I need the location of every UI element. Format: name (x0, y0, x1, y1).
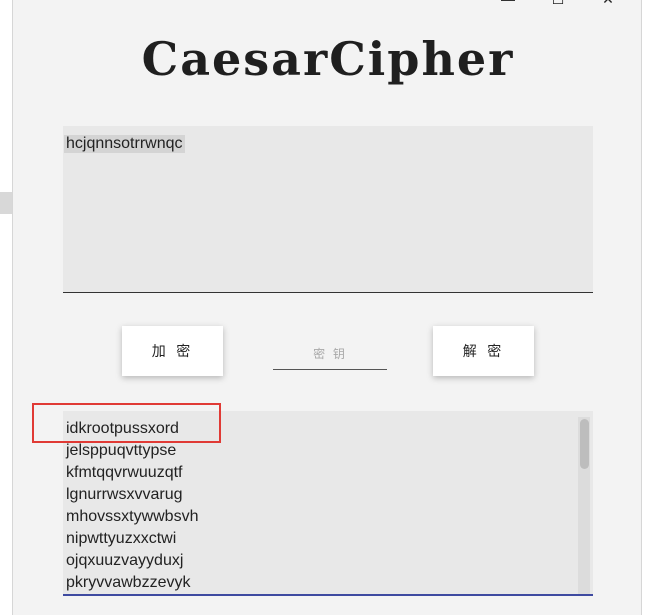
output-line: jelsppuqvttypse (66, 442, 177, 459)
output-line: kfmtqqvrwuuzqtf (66, 464, 183, 481)
window-controls: — ☐ ✕ (501, 0, 615, 6)
output-scrollbar[interactable] (578, 417, 590, 594)
app-title: CaesarCipher (141, 32, 515, 86)
output-scrollbar-thumb[interactable] (580, 419, 589, 469)
background-window-edge-right (642, 0, 664, 615)
close-icon[interactable]: ✕ (601, 0, 615, 6)
app-window: — ☐ ✕ CaesarCipher hcjqnnsotrrwnqc 加 密 解… (12, 0, 642, 615)
plaintext-input[interactable]: hcjqnnsotrrwnqc (63, 126, 593, 293)
background-window-element (0, 192, 12, 214)
output-lines: idkrootpussxord jelsppuqvttypse kfmtqqvr… (66, 418, 198, 594)
output-line: ojqxuuzvayyduxj (66, 552, 184, 569)
key-input[interactable] (273, 338, 387, 370)
plaintext-input-text: hcjqnnsotrrwnqc (64, 135, 185, 153)
output-line: pkryvvawbzzevyk (66, 574, 191, 591)
annotation-highlight-box (32, 403, 221, 443)
output-line: nipwttyuzxxctwi (66, 530, 177, 547)
background-window-edge (0, 0, 12, 615)
output-line: lgnurrwsxvvarug (66, 486, 183, 503)
maximize-icon[interactable]: ☐ (551, 0, 565, 6)
output-line: mhovssxtywwbsvh (66, 508, 199, 525)
encrypt-button[interactable]: 加 密 (122, 326, 223, 376)
decrypt-button[interactable]: 解 密 (433, 326, 534, 376)
minimize-icon[interactable]: — (501, 0, 515, 6)
